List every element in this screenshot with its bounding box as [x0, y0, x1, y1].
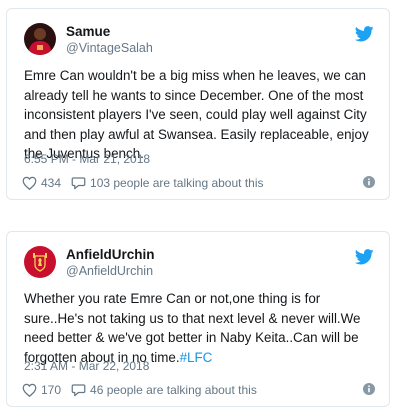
talking-count: 46 people are talking about this: [90, 383, 257, 397]
display-name[interactable]: AnfieldUrchin: [66, 247, 155, 262]
tweet-text: Whether you rate Emre Can or not,one thi…: [24, 289, 375, 367]
hashtag-link[interactable]: #LFC: [180, 350, 213, 365]
comment-icon: [71, 384, 86, 397]
like-count: 170: [41, 383, 62, 397]
tweet-timestamp[interactable]: 6:55 PM - Mar 21, 2018: [24, 152, 150, 166]
tweet-actions: 170 46 people are talking about this: [22, 381, 375, 399]
comment-icon: [71, 177, 86, 190]
talking-count: 103 people are talking about this: [90, 176, 264, 190]
user-handle[interactable]: @VintageSalah: [66, 41, 153, 55]
info-icon[interactable]: [363, 176, 375, 188]
heart-icon: [22, 176, 37, 190]
tweet-timestamp[interactable]: 2:31 AM - Mar 22, 2018: [24, 359, 149, 373]
liverpool-crest-icon: [24, 246, 56, 278]
twitter-bird-icon[interactable]: [355, 26, 374, 42]
twitter-bird-icon[interactable]: [355, 249, 374, 265]
like-button[interactable]: 170: [22, 383, 61, 397]
display-name[interactable]: Samue: [66, 24, 110, 39]
tweet-card[interactable]: AnfieldUrchin @AnfieldUrchin Whether you…: [6, 231, 390, 407]
info-icon[interactable]: [363, 383, 375, 395]
avatar[interactable]: [24, 23, 56, 55]
reply-button[interactable]: 46 people are talking about this: [71, 383, 257, 397]
like-count: 434: [41, 176, 62, 190]
tweet-actions: 434 103 people are talking about this: [22, 174, 375, 192]
reply-button[interactable]: 103 people are talking about this: [71, 176, 264, 190]
heart-icon: [22, 383, 37, 397]
tweet-card[interactable]: Samue @VintageSalah Emre Can wouldn't be…: [6, 8, 390, 200]
like-button[interactable]: 434: [22, 176, 61, 190]
avatar[interactable]: [24, 246, 56, 278]
user-handle[interactable]: @AnfieldUrchin: [66, 264, 153, 278]
tweet-text: Emre Can wouldn't be a big miss when he …: [24, 68, 369, 161]
player-photo-icon: [24, 23, 56, 55]
